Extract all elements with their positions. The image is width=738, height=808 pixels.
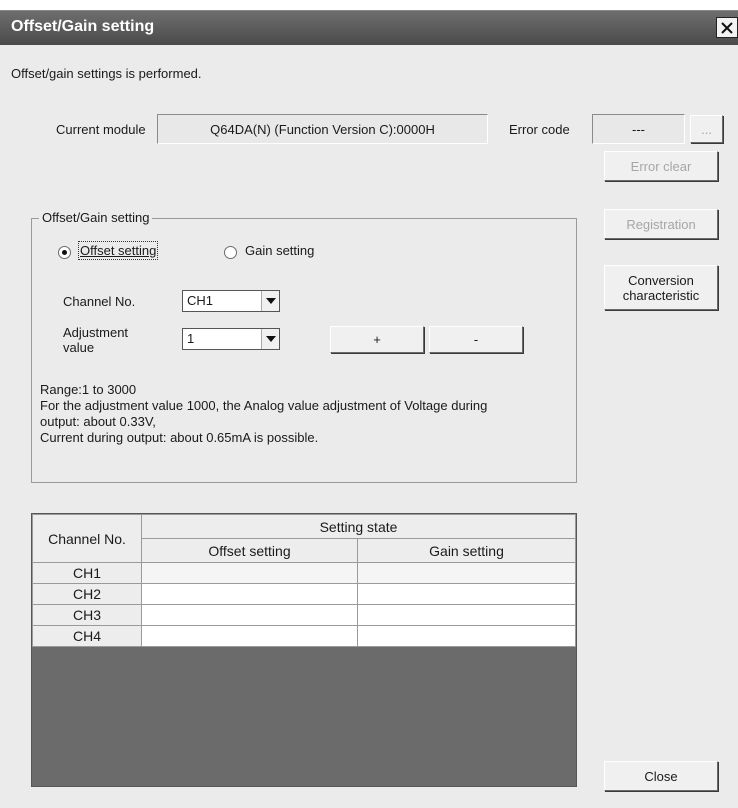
channel-select[interactable]: CH1: [182, 290, 280, 312]
close-icon: [721, 21, 733, 34]
channel-cell[interactable]: CH3: [32, 604, 142, 626]
table-row[interactable]: CH1: [32, 562, 576, 584]
gain-cell[interactable]: [357, 562, 576, 584]
range-line: Current during output: about 0.65mA is p…: [40, 430, 319, 445]
table-row[interactable]: CH4: [32, 625, 576, 647]
range-line: output: about 0.33V,: [40, 414, 156, 429]
setting-state-header: Setting state: [141, 514, 576, 539]
close-label: Close: [644, 768, 678, 784]
setting-state-table-area: Channel No. Setting state Offset setting…: [31, 513, 577, 787]
gain-cell[interactable]: [357, 625, 576, 647]
error-code-value: ---: [632, 121, 645, 137]
offset-setting-header: Offset setting: [141, 538, 358, 563]
offset-cell[interactable]: [141, 562, 358, 584]
adjustment-value-label: Adjustment value: [63, 325, 128, 355]
registration-label: Registration: [626, 216, 696, 232]
adjustment-select-value: 1: [187, 331, 195, 346]
channel-cell[interactable]: CH2: [32, 583, 142, 605]
increase-button[interactable]: +: [330, 326, 424, 353]
current-module-field: Q64DA(N) (Function Version C):0000H: [157, 114, 488, 144]
range-line: Range:1 to 3000: [40, 382, 137, 397]
range-line: For the adjustment value 1000, the Analo…: [40, 398, 488, 413]
close-button[interactable]: Close: [604, 761, 718, 791]
offset-cell[interactable]: [141, 625, 358, 647]
error-browse-label: ...: [701, 121, 712, 137]
adjustment-value-select[interactable]: 1: [182, 328, 280, 350]
conversion-label-line2: characteristic: [622, 287, 700, 303]
adjustment-label-line1: Adjustment: [63, 325, 129, 340]
gain-cell[interactable]: [357, 583, 576, 605]
decrease-label: -: [473, 332, 479, 347]
description-text: Offset/gain settings is performed.: [11, 66, 202, 81]
chevron-down-icon[interactable]: [261, 291, 279, 311]
conversion-characteristic-button[interactable]: Conversion characteristic: [604, 265, 718, 310]
error-code-label: Error code: [509, 122, 570, 137]
increase-label: +: [373, 332, 381, 347]
table-row[interactable]: CH3: [32, 604, 576, 626]
range-info: Range:1 to 3000 For the adjustment value…: [40, 382, 487, 446]
channel-no-label: Channel No.: [63, 294, 136, 309]
channel-no-header: Channel No.: [32, 514, 142, 563]
error-code-field: ---: [592, 114, 685, 144]
current-module-value: Q64DA(N) (Function Version C):0000H: [210, 121, 435, 137]
offset-cell[interactable]: [141, 604, 358, 626]
current-module-label: Current module: [56, 122, 146, 137]
gain-setting-radio[interactable]: [224, 246, 237, 259]
gain-setting-label[interactable]: Gain setting: [245, 243, 314, 258]
table-row[interactable]: CH2: [32, 583, 576, 605]
groupbox-title: Offset/Gain setting: [39, 210, 153, 225]
window-title: Offset/Gain setting: [11, 18, 155, 35]
error-clear-button[interactable]: Error clear: [604, 151, 718, 181]
channel-cell[interactable]: CH4: [32, 625, 142, 647]
error-browse-button[interactable]: ...: [690, 115, 723, 143]
gain-setting-header: Gain setting: [357, 538, 576, 563]
offset-gain-dialog: Offset/Gain setting Offset/gain settings…: [0, 10, 738, 808]
setting-state-table: Channel No. Setting state Offset setting…: [32, 514, 576, 647]
channel-select-value: CH1: [187, 293, 214, 308]
offset-setting-radio[interactable]: [58, 246, 71, 259]
decrease-button[interactable]: -: [429, 326, 523, 353]
adjustment-label-line2: value: [63, 340, 95, 355]
title-bar: Offset/Gain setting: [0, 11, 738, 45]
conversion-label-line1: Conversion: [628, 272, 694, 288]
gain-cell[interactable]: [357, 604, 576, 626]
offset-cell[interactable]: [141, 583, 358, 605]
registration-button[interactable]: Registration: [604, 209, 718, 239]
offset-setting-label[interactable]: Offset setting: [77, 241, 159, 260]
channel-cell[interactable]: CH1: [32, 562, 142, 584]
chevron-down-icon[interactable]: [261, 329, 279, 349]
close-window-button[interactable]: [716, 17, 738, 38]
error-clear-label: Error clear: [630, 158, 692, 174]
